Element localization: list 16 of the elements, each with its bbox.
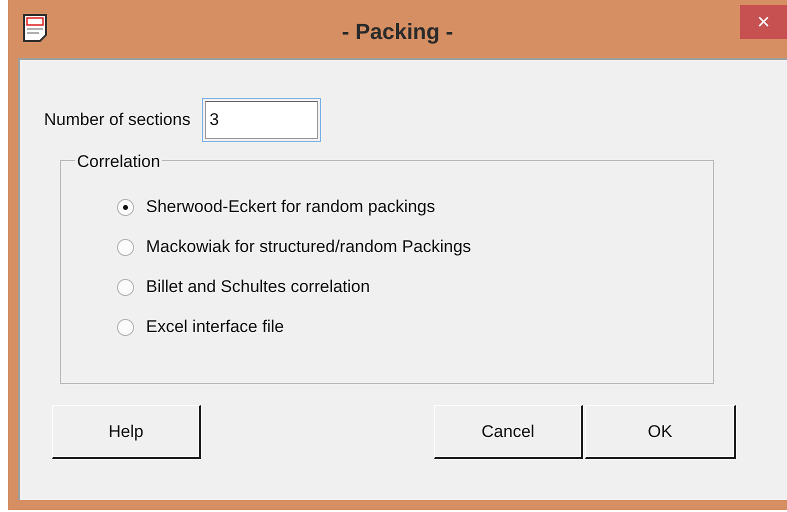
ok-button[interactable]: OK [585,405,736,459]
option-label: Sherwood-Eckert for random packings [146,196,436,218]
document-icon [22,13,50,43]
window-title: - Packing - [342,18,454,46]
radio-button[interactable] [117,318,134,336]
radio-button[interactable] [117,238,134,256]
close-button[interactable]: × [740,5,787,39]
sections-input[interactable]: 3 [202,98,322,142]
option-label: Mackowiak for structured/random Packings [146,236,472,258]
radio-button[interactable] [117,198,134,216]
option-label: Billet and Schultes correlation [146,276,370,298]
help-button[interactable]: Help [52,405,201,459]
radio-button[interactable] [117,278,134,296]
cancel-button[interactable]: Cancel [434,405,583,459]
field-label: Number of sections [44,109,190,132]
option-label: Excel interface file [146,316,284,338]
